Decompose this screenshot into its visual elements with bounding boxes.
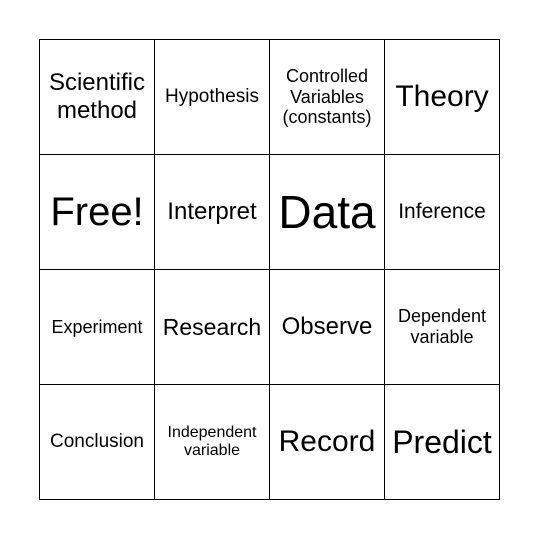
cell-label: Research bbox=[162, 313, 262, 340]
bingo-cell[interactable]: Conclusion bbox=[39, 384, 155, 500]
board-row: Scientific method Hypothesis Controlled Va… bbox=[39, 39, 500, 155]
bingo-board: Scientific method Hypothesis Controlled Va… bbox=[39, 39, 500, 500]
board-row: Conclusion Independent variable Record Pred… bbox=[39, 384, 500, 500]
board-row: Experiment Research Observe Dependent varia… bbox=[39, 269, 500, 385]
cell-label: Experiment bbox=[51, 316, 143, 337]
cell-label: Data bbox=[278, 185, 376, 238]
cell-label: Independent variable bbox=[167, 423, 257, 459]
cell-label: Predict bbox=[392, 423, 492, 460]
bingo-cell[interactable]: Data bbox=[269, 154, 385, 270]
cell-label: Record bbox=[278, 424, 376, 458]
cell-label: Theory bbox=[395, 79, 489, 113]
cell-label: Interpret bbox=[167, 198, 257, 226]
bingo-cell[interactable]: Hypothesis bbox=[154, 39, 270, 155]
bingo-cell[interactable]: Interpret bbox=[154, 154, 270, 270]
bingo-cell[interactable]: Controlled Variables (constants) bbox=[269, 39, 385, 155]
board-row: Free! Interpret Data Inference bbox=[39, 154, 500, 270]
bingo-cell[interactable]: Independent variable bbox=[154, 384, 270, 500]
cell-label: Conclusion bbox=[50, 431, 144, 453]
bingo-cell[interactable]: Scientific method bbox=[39, 39, 155, 155]
cell-label: Scientific method bbox=[48, 69, 146, 124]
bingo-cell[interactable]: Research bbox=[154, 269, 270, 385]
bingo-cell[interactable]: Theory bbox=[384, 39, 500, 155]
bingo-cell[interactable]: Inference bbox=[384, 154, 500, 270]
cell-label: Observe bbox=[281, 313, 373, 341]
bingo-cell[interactable]: Experiment bbox=[39, 269, 155, 385]
bingo-cell[interactable]: Dependent variable bbox=[384, 269, 500, 385]
bingo-cell[interactable]: Predict bbox=[384, 384, 500, 500]
cell-label: Controlled Variables (constants) bbox=[282, 65, 372, 128]
cell-label: Dependent variable bbox=[397, 306, 487, 347]
cell-label: Free! bbox=[50, 190, 144, 234]
bingo-cell[interactable]: Record bbox=[269, 384, 385, 500]
bingo-cell[interactable]: Free! bbox=[39, 154, 155, 270]
bingo-cell[interactable]: Observe bbox=[269, 269, 385, 385]
cell-label: Inference bbox=[398, 199, 486, 223]
cell-label: Hypothesis bbox=[165, 86, 259, 108]
